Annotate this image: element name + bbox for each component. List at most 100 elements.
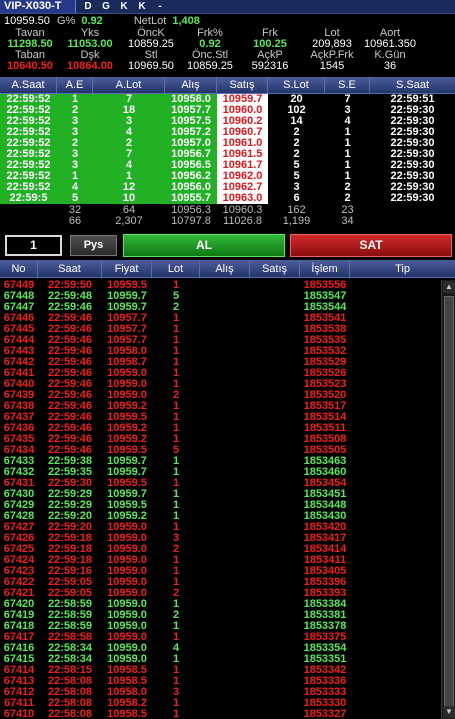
trade-cell <box>200 577 250 588</box>
col-lot[interactable]: Lot <box>152 260 200 277</box>
col-a-e[interactable]: A.E <box>57 77 93 93</box>
depth-total-cell <box>0 216 57 227</box>
depth-cell: 4 <box>93 160 165 171</box>
depth-cell: 12 <box>93 182 165 193</box>
col-no[interactable]: No <box>0 260 38 277</box>
vertical-scrollbar[interactable]: ▲ ▼ <box>441 280 455 719</box>
depth-row[interactable]: 22:59:52 4 12 10956.0 10962.7 3 2 22:59:30 <box>0 182 455 193</box>
trade-cell <box>350 346 441 357</box>
depth-body: 22:59:52 1 7 10958.0 10959.7 20 7 22:59:51 22:59… <box>0 94 455 204</box>
depth-cell: 10961.0 <box>217 138 268 149</box>
trade-cell <box>250 368 300 379</box>
triangle-down-icon[interactable]: ▼ <box>443 706 455 718</box>
trade-cell <box>350 478 441 489</box>
trade-cell <box>200 445 250 456</box>
pys-button[interactable]: Pys <box>70 235 117 256</box>
depth-cell: 2 <box>344 193 351 204</box>
trade-row[interactable]: 67410 22:58:08 10958.5 1 1853327 <box>0 709 441 719</box>
depth-row[interactable]: 22:59:52 3 3 10957.5 10960.2 14 4 22:59:30 <box>0 116 455 127</box>
col-saat[interactable]: Saat <box>38 260 102 277</box>
quantity-input[interactable]: 1 <box>5 235 62 256</box>
trade-cell <box>250 379 300 390</box>
depth-total-cell: 1,199 <box>282 215 311 227</box>
depth-cell: 22:59:30 <box>390 171 435 182</box>
trade-cell <box>200 621 250 632</box>
depth-cell: 10960.7 <box>217 127 268 138</box>
depth-row[interactable]: 22:59:52 3 4 10957.2 10960.7 2 1 22:59:30 <box>0 127 455 138</box>
minimize-button[interactable]: - <box>154 1 166 13</box>
trade-cell <box>250 467 300 478</box>
trade-cell <box>200 291 250 302</box>
col-islem[interactable]: İşlem <box>300 260 350 277</box>
trade-cell <box>200 357 250 368</box>
symbol-title[interactable]: VIP-X030-T <box>0 0 76 13</box>
depth-row[interactable]: 22:59:5 5 10 10955.7 10963.0 6 2 22:59:30 <box>0 193 455 204</box>
window-button-k2[interactable]: K <box>136 1 148 13</box>
trade-cell <box>350 577 441 588</box>
depth-row[interactable]: 22:59:52 2 2 10957.0 10961.0 2 1 22:59:30 <box>0 138 455 149</box>
trade-cell <box>350 676 441 687</box>
window-button-d[interactable]: D <box>82 1 94 13</box>
depth-cell: 7 <box>93 149 165 160</box>
depth-cell: 3 <box>57 149 93 160</box>
trades-body[interactable]: 67449 22:59:50 10959.5 1 1853556 67448 22:59:4… <box>0 280 441 719</box>
window-button-k1[interactable]: K <box>118 1 130 13</box>
col-s-saat[interactable]: S.Saat <box>370 77 455 93</box>
trade-cell <box>200 390 250 401</box>
window-button-g[interactable]: G <box>100 1 112 13</box>
depth-cell: 1 <box>344 171 351 182</box>
depth-cell: 4 <box>57 182 93 193</box>
netlot-label: NetLot <box>133 15 167 27</box>
col-alis-broker[interactable]: Alış <box>200 260 250 277</box>
depth-cell: 22:59:52 <box>0 94 57 105</box>
depth-cell: 10956.2 <box>165 171 217 182</box>
col-alis[interactable]: Alış <box>165 77 217 93</box>
triangle-up-icon[interactable]: ▲ <box>443 281 455 293</box>
trade-cell <box>350 335 441 346</box>
depth-cell: 22:59:5 <box>0 193 57 204</box>
depth-cell: 22:59:30 <box>390 193 435 204</box>
depth-cell: 3 <box>57 116 93 127</box>
depth-row[interactable]: 22:59:52 2 18 10957.7 10960.0 102 3 22:59:30 <box>0 105 455 116</box>
trade-cell <box>350 588 441 599</box>
depth-cell: 1 <box>344 149 351 160</box>
col-fiyat[interactable]: Fiyat <box>102 260 152 277</box>
scrollbar-thumb[interactable] <box>444 296 454 716</box>
depth-total-cell: 10797.8 <box>171 215 211 227</box>
depth-total-cell: 34 <box>341 215 354 227</box>
trade-cell <box>250 346 300 357</box>
trade-cell <box>200 379 250 390</box>
depth-cell: 4 <box>93 127 165 138</box>
trade-cell <box>250 500 300 511</box>
depth-cell: 3 <box>293 182 300 193</box>
col-satis-broker[interactable]: Satış <box>250 260 300 277</box>
depth-cell: 22:59:51 <box>390 94 435 105</box>
depth-cell: 5 <box>293 160 300 171</box>
depth-row[interactable]: 22:59:52 1 1 10956.2 10962.0 5 1 22:59:30 <box>0 171 455 182</box>
trade-cell <box>200 478 250 489</box>
trade-cell <box>350 324 441 335</box>
col-tip[interactable]: Tip <box>350 260 455 277</box>
trade-cell <box>200 280 250 291</box>
trade-cell <box>350 654 441 665</box>
trade-cell <box>200 423 250 434</box>
depth-total-cell: 2,307 <box>115 215 143 227</box>
col-s-lot[interactable]: S.Lot <box>268 77 325 93</box>
depth-cell: 22:59:30 <box>390 105 435 116</box>
depth-row[interactable]: 22:59:52 3 7 10956.7 10961.5 2 1 22:59:30 <box>0 149 455 160</box>
trade-cell: 1 <box>172 708 180 719</box>
trade-cell <box>350 467 441 478</box>
col-a-saat[interactable]: A.Saat <box>0 77 57 93</box>
col-a-lot[interactable]: A.Lot <box>93 77 165 93</box>
depth-cell: 10962.0 <box>217 171 268 182</box>
depth-row[interactable]: 22:59:52 1 7 10958.0 10959.7 20 7 22:59:51 <box>0 94 455 105</box>
col-s-e[interactable]: S.E <box>325 77 370 93</box>
sell-button[interactable]: SAT <box>290 234 452 257</box>
buy-button[interactable]: AL <box>123 234 285 257</box>
trade-cell <box>250 423 300 434</box>
depth-cell: 22:59:30 <box>390 116 435 127</box>
trade-cell: 10958.5 <box>107 708 147 719</box>
col-satis[interactable]: Satış <box>217 77 268 93</box>
trade-cell <box>350 599 441 610</box>
depth-row[interactable]: 22:59:52 3 4 10956.5 10961.7 5 1 22:59:30 <box>0 160 455 171</box>
